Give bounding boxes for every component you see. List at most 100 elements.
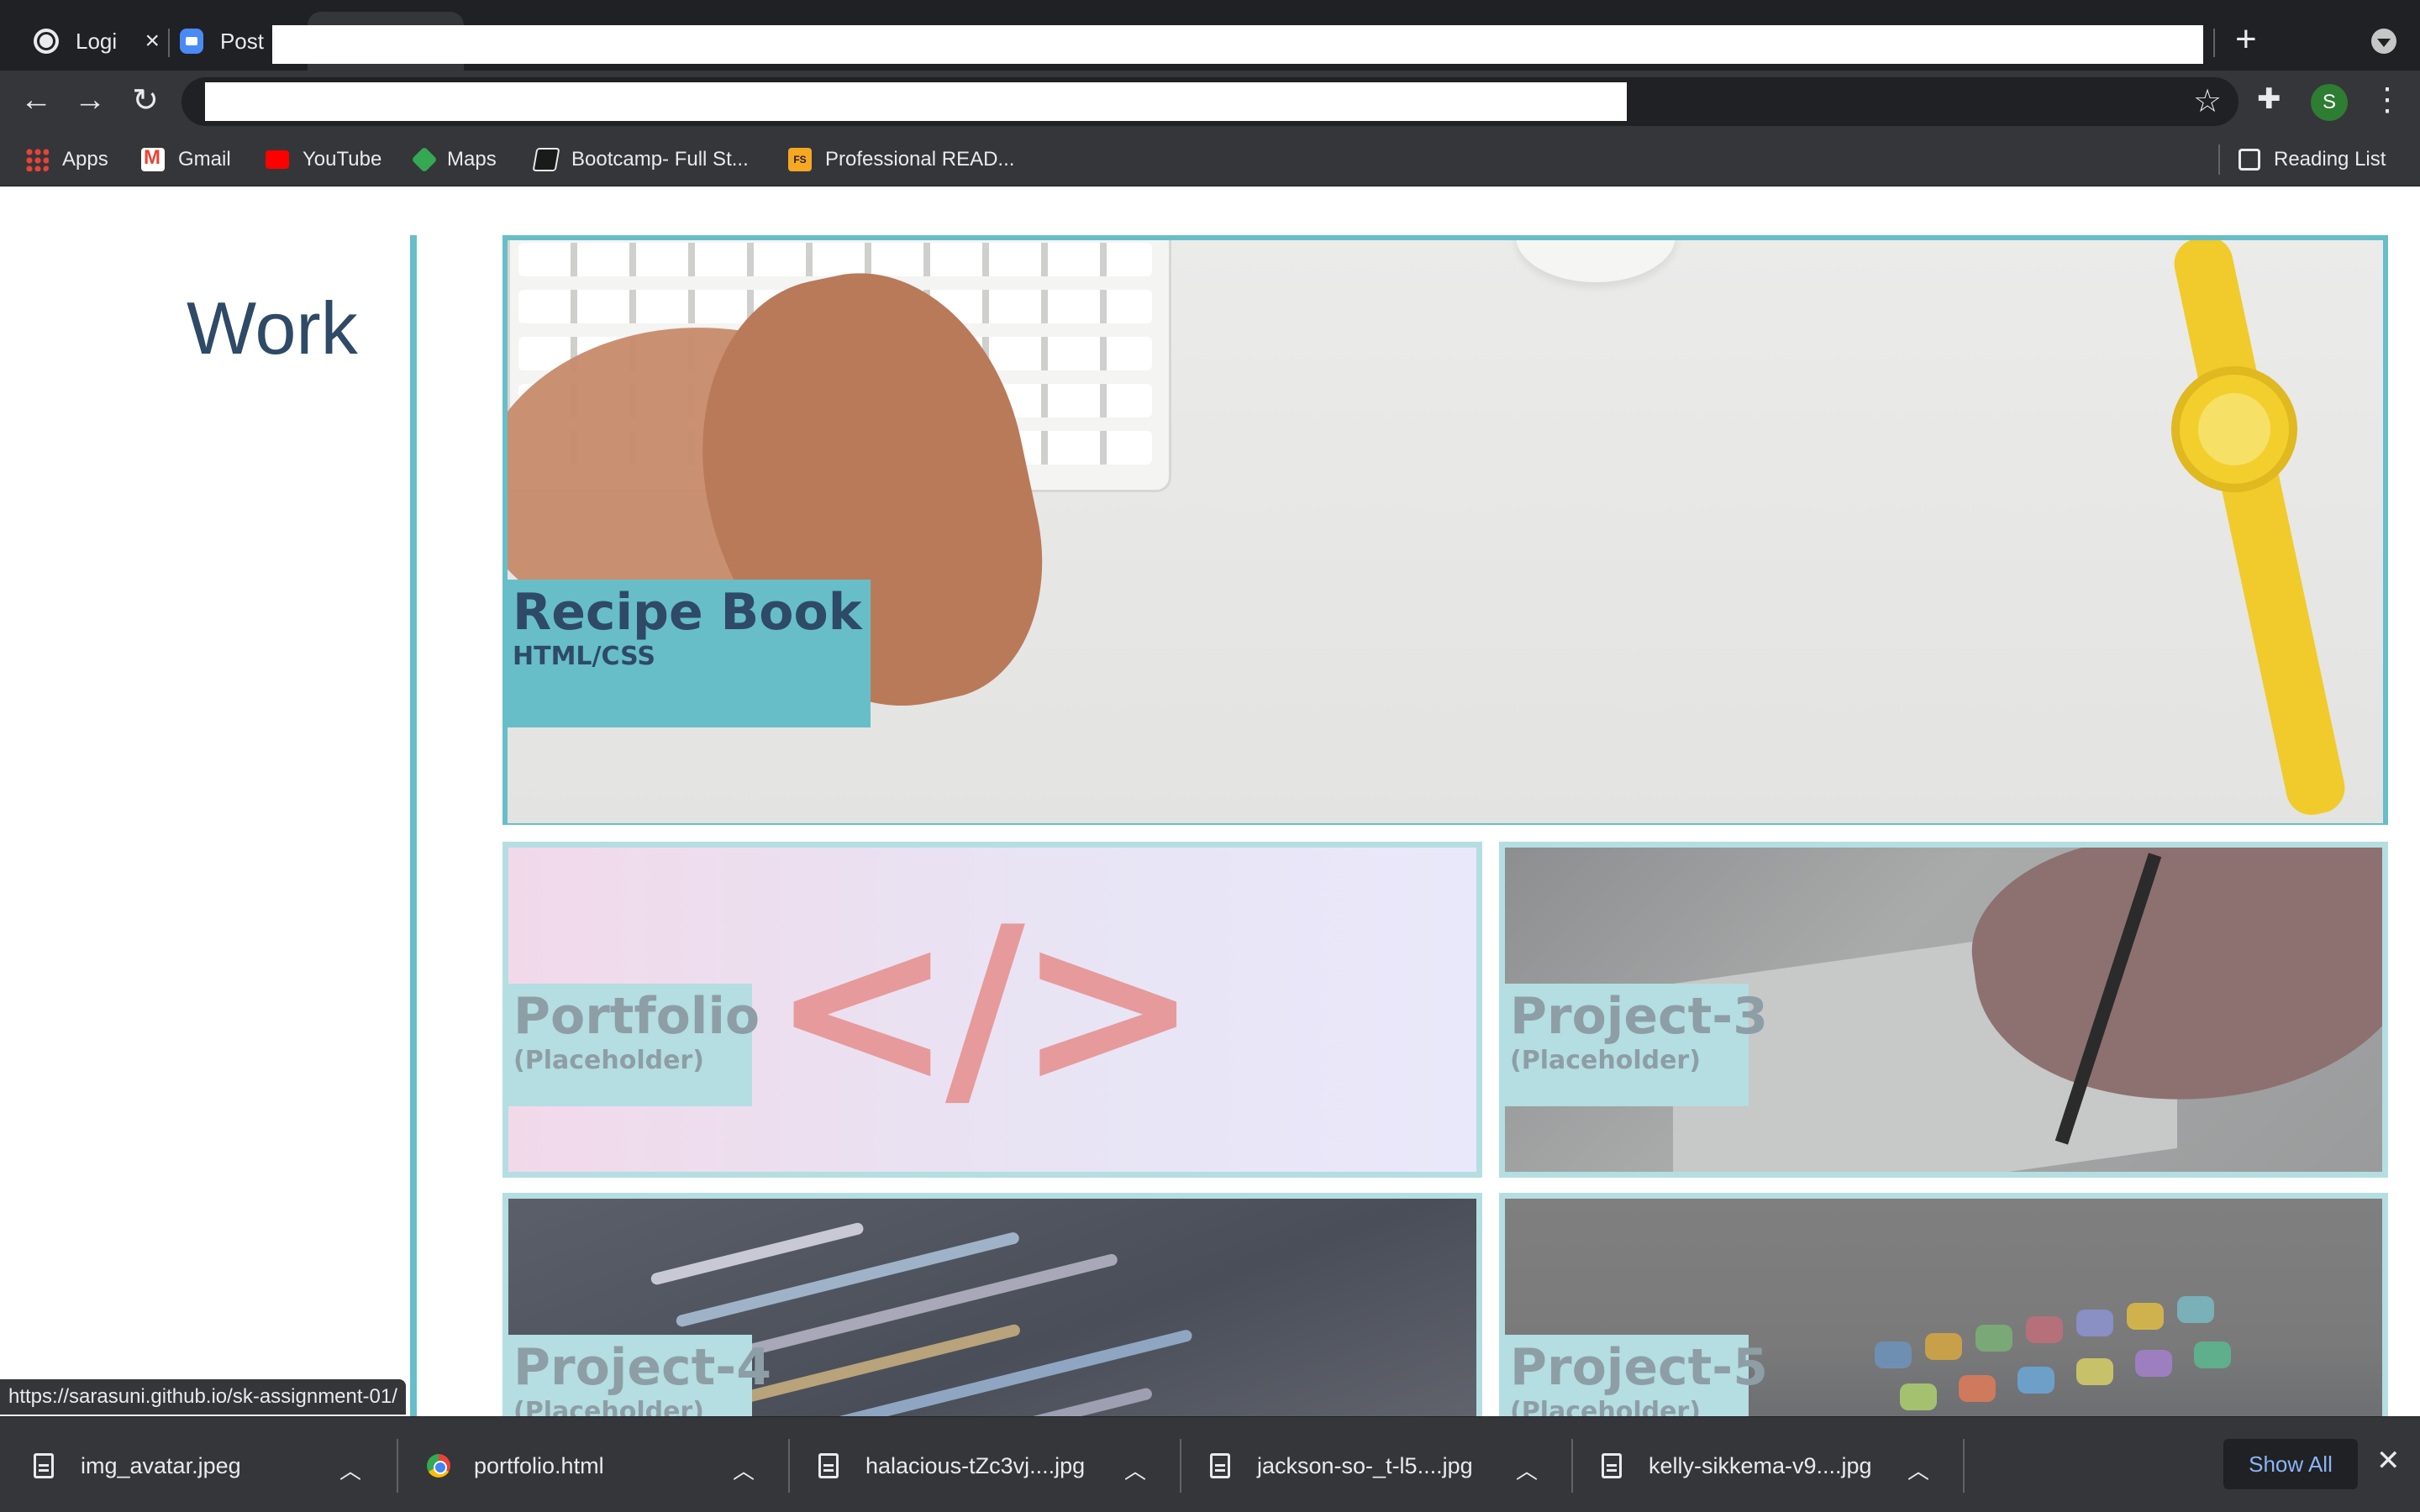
portfolio-page: Work Recipe Book HTML/CSS </> Portfolio … [0,186,2420,1416]
fs-icon: FS [788,148,812,171]
project-subtitle: (Placeholder) [513,1046,704,1075]
reading-list-label: Reading List [2274,148,2386,171]
reading-list-button[interactable]: Reading List [2238,144,2386,175]
bookmarks-divider [2218,144,2220,175]
project-card-project-4[interactable]: Project-4 (Placeholder) [502,1193,1482,1416]
bookmark-label: Gmail [178,148,231,171]
chrome-icon [427,1454,450,1478]
keyboard-desk-image [508,240,2383,823]
project-label: Recipe Book HTML/CSS [508,580,871,727]
project-label: Portfolio (Placeholder) [508,984,760,1106]
more-menu-icon[interactable]: ⋮ [2371,81,2403,118]
project-label: Project-5 (Placeholder) [1505,1335,1768,1416]
download-filename: jackson-so-_t-l5....jpg [1257,1452,1473,1478]
download-item[interactable]: kelly-sikkema-v9....jpg ︿ [1602,1439,1946,1493]
file-icon [1210,1453,1230,1478]
project-title: Portfolio [513,987,760,1046]
gmail-icon [141,146,165,171]
bookmark-label: Professional READ... [825,148,1015,171]
project-card-project-5[interactable]: Project-5 (Placeholder) [1499,1193,2388,1416]
downloads-bar: img_avatar.jpeg ︿ portfolio.html ︿ halac… [0,1416,2420,1512]
back-arrow-icon[interactable]: ← [15,79,57,121]
close-tab-icon[interactable]: × [145,27,160,55]
maps-pin-icon [411,146,438,173]
bookmark-star-icon[interactable]: ☆ [2193,82,2222,120]
tab-title: Logi [76,28,118,54]
bookmark-label: Apps [62,148,108,171]
chevron-up-icon[interactable]: ︿ [1907,1454,1929,1485]
bookmark-maps[interactable]: Maps [411,144,497,175]
tab-post[interactable]: Post [180,12,264,71]
download-divider [1571,1439,1573,1493]
redacted-tab-area [272,25,2203,64]
project-title: Project-3 [1510,987,1768,1046]
project-title: Project-4 [513,1338,771,1397]
code-brackets-icon: </> [771,881,1200,1135]
youtube-icon [266,150,289,169]
project-card-project-3[interactable]: Project-3 (Placeholder) [1499,842,2388,1178]
download-filename: portfolio.html [474,1452,604,1478]
project-subtitle: (Placeholder) [513,1397,704,1416]
project-subtitle: (Placeholder) [1510,1046,1701,1075]
download-filename: halacious-tZc3vj....jpg [865,1452,1086,1478]
download-item[interactable]: halacious-tZc3vj....jpg ︿ [818,1439,1163,1493]
tab-title: Post [219,28,264,54]
chevron-up-icon[interactable]: ︿ [733,1454,755,1485]
extensions-puzzle-icon[interactable]: ✚ [2257,82,2281,116]
bookmark-bootcamp[interactable]: Bootcamp- Full St... [532,144,749,175]
project-label: Project-3 (Placeholder) [1505,984,1768,1106]
apps-grid-icon [25,148,49,171]
tab-strip: Logi × Post + [0,0,2420,71]
forward-arrow-icon[interactable]: → [69,79,111,121]
chevron-up-icon[interactable]: ︿ [339,1454,361,1485]
project-title: Recipe Book [513,583,862,642]
section-title: Work [187,286,358,370]
download-item[interactable]: img_avatar.jpeg ︿ [34,1439,378,1493]
tab-search-icon[interactable] [2371,29,2396,54]
profile-avatar[interactable]: S [2311,84,2348,121]
project-subtitle: HTML/CSS [513,642,655,671]
chevron-up-icon[interactable]: ︿ [1124,1454,1146,1485]
project-label: Project-4 (Placeholder) [508,1335,771,1416]
bookmark-professional-readme[interactable]: FS Professional READ... [788,144,1014,175]
project-card-portfolio[interactable]: </> Portfolio (Placeholder) [502,842,1482,1178]
reading-list-icon [2238,149,2260,171]
bookmark-gmail[interactable]: Gmail [141,144,231,175]
file-icon [818,1453,839,1478]
link-status-bubble: https://sarasuni.github.io/sk-assignment… [0,1379,406,1415]
bootcamp-icon [532,148,560,171]
tab-login[interactable]: Logi × [34,12,160,71]
close-downloads-icon[interactable]: ✕ [2376,1444,2401,1478]
zoom-video-icon [180,29,203,54]
globe-icon [34,29,59,54]
bookmark-youtube[interactable]: YouTube [266,144,381,175]
bookmarks-bar: Apps Gmail YouTube Maps Bootcamp- Full S… [0,133,2420,186]
section-divider-line [410,235,417,1416]
project-subtitle: (Placeholder) [1510,1397,1701,1416]
redacted-url [205,82,1627,121]
show-all-downloads-button[interactable]: Show All [2223,1439,2358,1489]
project-card-recipe-book[interactable]: Recipe Book HTML/CSS [502,235,2388,825]
tab-divider [168,29,170,57]
bookmark-label: Bootcamp- Full St... [571,148,749,171]
project-title: Project-5 [1510,1338,1768,1397]
download-item[interactable]: portfolio.html ︿ [427,1439,771,1493]
mouse-graphic [1516,240,1676,282]
file-icon [34,1453,54,1478]
bookmark-label: YouTube [302,148,382,171]
download-divider [397,1439,398,1493]
download-filename: img_avatar.jpeg [81,1452,241,1478]
download-filename: kelly-sikkema-v9....jpg [1649,1452,1872,1478]
new-tab-button[interactable]: + [2235,18,2257,60]
watch-strap-graphic [2169,240,2350,820]
watch-graphic [2171,366,2297,492]
download-divider [788,1439,790,1493]
download-divider [1180,1439,1181,1493]
bookmark-label: Maps [447,148,497,171]
chevron-up-icon[interactable]: ︿ [1516,1454,1538,1485]
reload-icon[interactable]: ↻ [124,79,166,121]
tab-divider [2213,29,2215,57]
download-divider [1963,1439,1965,1493]
bookmark-apps[interactable]: Apps [25,144,108,175]
download-item[interactable]: jackson-so-_t-l5....jpg ︿ [1210,1439,1555,1493]
